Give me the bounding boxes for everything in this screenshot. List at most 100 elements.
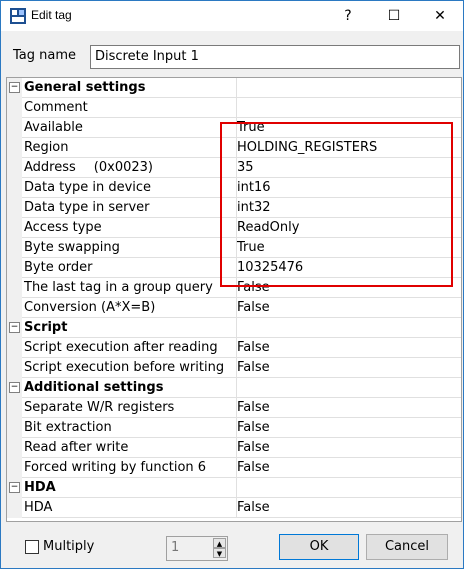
property-name-cell[interactable]: Access type (22, 218, 237, 238)
property-grid: − General settings Comment Available True Reg… (6, 77, 462, 522)
property-name-cell[interactable]: Script execution after reading (22, 338, 237, 358)
property-name: Byte order (24, 260, 93, 275)
ok-button[interactable]: OK (279, 534, 359, 560)
property-value[interactable]: False (235, 358, 461, 378)
expander[interactable]: − (7, 478, 22, 498)
property-value[interactable]: True (235, 238, 461, 258)
property-name: Read after write (24, 440, 129, 455)
property-name-cell[interactable]: Separate W/R registers (22, 398, 237, 418)
row-gutter (7, 458, 22, 478)
property-value[interactable]: False (235, 458, 461, 478)
property-value[interactable]: False (235, 398, 461, 418)
property-row[interactable]: Address (0x0023) 35 (7, 158, 461, 178)
property-row[interactable]: Data type in device int16 (7, 178, 461, 198)
property-row[interactable]: Conversion (A*X=B) False (7, 298, 461, 318)
property-value[interactable]: False (235, 438, 461, 458)
spinner-down-arrow-icon[interactable]: ▼ (213, 548, 226, 558)
property-name: Script execution before writing (24, 360, 225, 375)
spinner-value[interactable]: 1 (171, 540, 179, 555)
property-row[interactable]: Comment (7, 98, 461, 118)
property-value[interactable]: False (235, 498, 461, 518)
property-name-cell[interactable]: Read after write (22, 438, 237, 458)
title-bar[interactable]: Edit tag ? ☐ ✕ (1, 1, 463, 31)
category-row[interactable]: − General settings (7, 78, 461, 98)
category-value-cell (235, 318, 461, 338)
property-value[interactable]: 10325476 (235, 258, 461, 278)
expander[interactable]: − (7, 378, 22, 398)
property-name-cell[interactable]: Data type in server (22, 198, 237, 218)
property-value[interactable]: int32 (235, 198, 461, 218)
maximize-button[interactable]: ☐ (371, 1, 417, 31)
row-gutter (7, 358, 22, 378)
spinner-up-arrow-icon[interactable]: ▲ (213, 538, 226, 548)
property-row[interactable]: Byte order 10325476 (7, 258, 461, 278)
property-row[interactable]: Available True (7, 118, 461, 138)
property-row[interactable]: Script execution before writing False (7, 358, 461, 378)
property-name-cell[interactable]: The last tag in a group query (22, 278, 237, 298)
property-row[interactable]: Separate W/R registers False (7, 398, 461, 418)
collapse-icon[interactable]: − (9, 482, 20, 493)
property-value[interactable]: ReadOnly (235, 218, 461, 238)
collapse-icon[interactable]: − (9, 82, 20, 93)
close-button[interactable]: ✕ (417, 1, 463, 31)
tag-name-input[interactable]: Discrete Input 1 (90, 45, 460, 69)
property-value[interactable]: False (235, 418, 461, 438)
property-name-cell[interactable]: Data type in device (22, 178, 237, 198)
property-row[interactable]: HDA False (7, 498, 461, 518)
category-row[interactable]: − Additional settings (7, 378, 461, 398)
multiply-checkbox[interactable]: Multiply (25, 539, 94, 554)
category-value-cell (235, 78, 461, 98)
property-value[interactable]: False (235, 338, 461, 358)
collapse-icon[interactable]: − (9, 382, 20, 393)
expander[interactable]: − (7, 318, 22, 338)
row-gutter (7, 118, 22, 138)
cancel-button[interactable]: Cancel (366, 534, 448, 560)
multiply-label: Multiply (43, 539, 95, 554)
property-row[interactable]: Access type ReadOnly (7, 218, 461, 238)
property-name-cell[interactable]: Available (22, 118, 237, 138)
property-name-cell[interactable]: Comment (22, 98, 237, 118)
row-gutter (7, 398, 22, 418)
multiply-count-spinner[interactable]: 1 ▲ ▼ (166, 536, 228, 561)
property-name-cell[interactable]: Script execution before writing (22, 358, 237, 378)
category-title: Additional settings (22, 378, 237, 398)
category-row[interactable]: − Script (7, 318, 461, 338)
property-value[interactable] (235, 98, 461, 118)
category-title: HDA (22, 478, 237, 498)
expander[interactable]: − (7, 78, 22, 98)
property-value[interactable]: False (235, 278, 461, 298)
help-button[interactable]: ? (325, 1, 371, 31)
property-row[interactable]: Byte swapping True (7, 238, 461, 258)
property-row[interactable]: Data type in server int32 (7, 198, 461, 218)
maximize-icon: ☐ (387, 8, 401, 24)
property-value[interactable]: int16 (235, 178, 461, 198)
property-name: The last tag in a group query (24, 280, 213, 295)
row-gutter (7, 98, 22, 118)
property-row[interactable]: Region HOLDING_REGISTERS (7, 138, 461, 158)
property-name-cell[interactable]: Byte swapping (22, 238, 237, 258)
property-row[interactable]: Bit extraction False (7, 418, 461, 438)
property-name-cell[interactable]: Bit extraction (22, 418, 237, 438)
property-value[interactable]: False (235, 298, 461, 318)
close-icon: ✕ (434, 8, 446, 24)
property-row[interactable]: Forced writing by function 6 False (7, 458, 461, 478)
property-name: Script execution after reading (24, 340, 218, 355)
property-value[interactable]: True (235, 118, 461, 138)
property-row[interactable]: Read after write False (7, 438, 461, 458)
property-name: Forced writing by function 6 (24, 460, 207, 475)
property-name-cell[interactable]: Region (22, 138, 237, 158)
property-name-cell[interactable]: HDA (22, 498, 237, 518)
collapse-icon[interactable]: − (9, 322, 20, 333)
category-row[interactable]: − HDA (7, 478, 461, 498)
property-name-cell[interactable]: Conversion (A*X=B) (22, 298, 237, 318)
help-icon: ? (344, 8, 352, 24)
property-name-cell[interactable]: Forced writing by function 6 (22, 458, 237, 478)
property-value[interactable]: HOLDING_REGISTERS (235, 138, 461, 158)
property-name-cell[interactable]: Address (0x0023) (22, 158, 237, 178)
property-row[interactable]: Script execution after reading False (7, 338, 461, 358)
property-name: Separate W/R registers (24, 400, 175, 415)
checkbox-box[interactable] (25, 539, 39, 554)
property-value[interactable]: 35 (235, 158, 461, 178)
property-row[interactable]: The last tag in a group query False (7, 278, 461, 298)
property-name-cell[interactable]: Byte order (22, 258, 237, 278)
